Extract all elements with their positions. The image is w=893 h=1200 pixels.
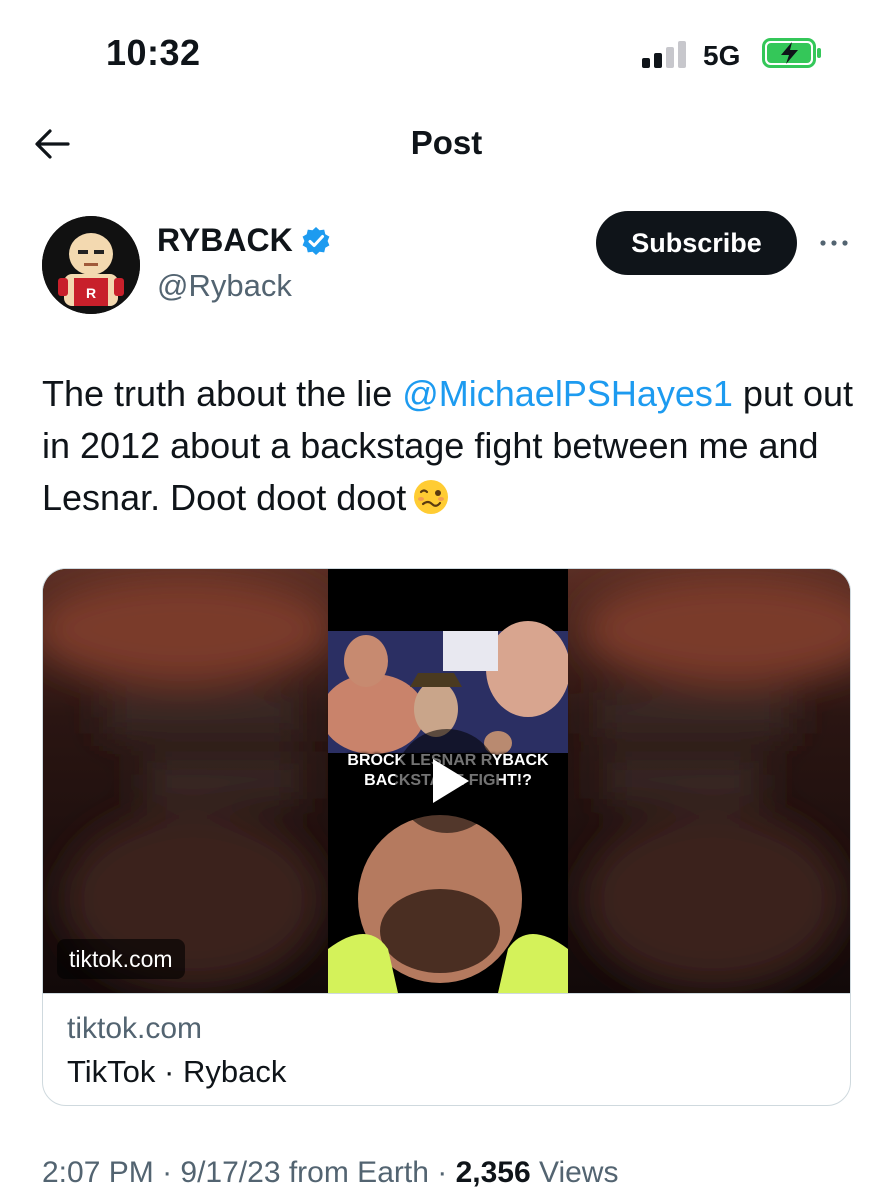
- status-time: 10:32: [106, 32, 201, 73]
- card-title: TikTok · Ryback: [67, 1054, 287, 1089]
- views-label: Views: [538, 1156, 619, 1189]
- signal-icon: [642, 40, 688, 68]
- play-icon: [433, 759, 469, 803]
- link-card[interactable]: BROCK LESNAR RYBACK BACKSTAGE FIGHT!? ti…: [42, 568, 851, 1106]
- card-domain: tiktok.com: [67, 1012, 203, 1045]
- battery-charging-icon: [762, 38, 821, 68]
- post-meta: 2:07 PM · 9/17/23 from Earth · 2,356 Vie…: [42, 1156, 619, 1189]
- tweet-text-start: The truth about the lie: [42, 373, 403, 414]
- verified-badge-icon: [302, 226, 330, 255]
- mention-link[interactable]: @MichaelPSHayes1: [402, 373, 733, 414]
- views-count: 2,356: [455, 1156, 531, 1189]
- svg-text:R: R: [86, 285, 96, 301]
- display-name[interactable]: RYBACK: [157, 222, 331, 259]
- play-button[interactable]: [395, 729, 499, 833]
- avatar[interactable]: R: [42, 216, 140, 314]
- woozy-face-emoji-icon: [414, 480, 449, 514]
- author-handle[interactable]: @Ryback: [157, 268, 292, 304]
- top-nav: Post: [0, 110, 893, 180]
- card-footer[interactable]: tiktok.com TikTok · Ryback: [43, 993, 850, 1105]
- post-time: 2:07 PM: [42, 1156, 154, 1189]
- post-date: 9/17/23: [180, 1156, 281, 1189]
- network-type: 5G: [703, 40, 741, 71]
- page-title: Post: [410, 124, 483, 161]
- more-horizontal-icon[interactable]: [818, 228, 850, 258]
- post-source: from Earth: [288, 1156, 429, 1189]
- display-name-text: RYBACK: [157, 222, 293, 258]
- tweet-text: The truth about the lie @MichaelPSHayes1…: [42, 368, 862, 524]
- video-thumbnail[interactable]: BROCK LESNAR RYBACK BACKSTAGE FIGHT!? ti…: [43, 569, 850, 993]
- status-bar: 10:32 5G: [0, 0, 893, 100]
- media-domain-badge: tiktok.com: [57, 939, 185, 979]
- subscribe-button[interactable]: Subscribe: [596, 211, 797, 275]
